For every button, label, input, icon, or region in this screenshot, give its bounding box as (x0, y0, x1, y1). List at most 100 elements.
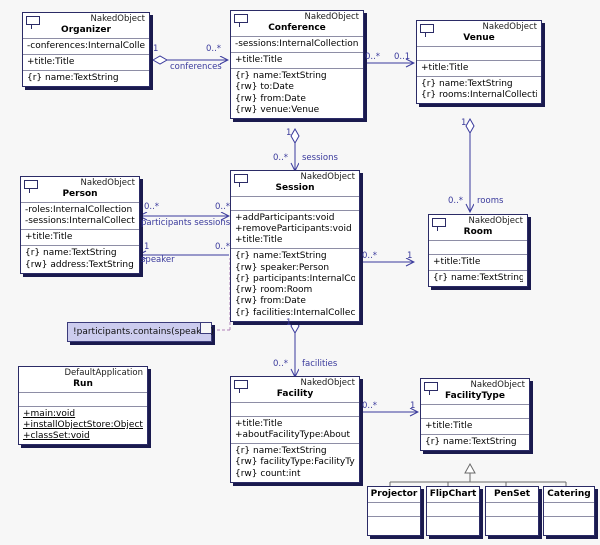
class-venue[interactable]: NakedObject Venue +title:Title {r} name:… (416, 20, 542, 105)
property: {r} name:TextString (235, 251, 327, 262)
label-session-facility-target: 0..* (273, 359, 289, 369)
class-conference[interactable]: NakedObject Conference -sessions:Interna… (230, 10, 364, 120)
attribute: -roles:InternalCollection (25, 204, 133, 215)
property: {rw} facilityType:FacilityTyp (235, 457, 355, 468)
label-venue-room-source: 1 (461, 118, 467, 128)
class-session[interactable]: NakedObject Session +addParticipants:voi… (230, 170, 360, 322)
property: {r} name:TextString (425, 436, 517, 447)
class-name: Organizer (61, 24, 111, 35)
label-session-room-source: 0..* (362, 251, 378, 261)
operation: +installObjectStore:ObjectStor (23, 419, 143, 430)
properties-compartment: {r} name:TextString {rw} facilityType:Fa… (231, 443, 359, 482)
class-name: Person (62, 188, 98, 199)
label-venue-room-target: 0..* (448, 196, 464, 206)
connector-venue-room (465, 117, 475, 212)
attributes-compartment (429, 239, 527, 254)
property: {r} name:TextString (421, 78, 513, 89)
label-session-facility-name: facilities (302, 359, 338, 369)
class-stereotype: NakedObject (90, 14, 146, 24)
class-catering[interactable]: Catering (543, 486, 595, 536)
label-session-facility-source: 1 (286, 318, 292, 328)
operations-compartment (368, 516, 420, 530)
class-penset[interactable]: PenSet (485, 486, 539, 536)
operation: +removeParticipants:void (235, 223, 352, 234)
attributes-compartment (231, 401, 359, 416)
attribute: -sessions:InternalCollection (25, 215, 135, 226)
naked-object-icon (424, 382, 438, 395)
operation: +addParticipants:void (235, 212, 335, 223)
class-name: Facility (276, 388, 314, 399)
class-stereotype: NakedObject (80, 178, 136, 188)
operations-compartment (486, 516, 538, 530)
operations-compartment: +title:Title (231, 51, 363, 68)
class-name: Conference (268, 22, 326, 33)
properties-compartment: {r} name:TextString {rw} address:TextStr… (21, 245, 139, 273)
label-person-session-source: 0..* (144, 202, 160, 212)
class-stereotype: NakedObject (304, 12, 360, 22)
class-facility[interactable]: NakedObject Facility +title:Title +about… (230, 376, 360, 483)
operation: +title:Title (25, 232, 73, 243)
properties-compartment: {r} name:TextString (421, 433, 529, 450)
class-name: Venue (463, 32, 495, 43)
attributes-compartment (417, 45, 541, 60)
class-organizer[interactable]: NakedObject Organizer -conferences:Inter… (22, 12, 150, 88)
properties-compartment: {r} name:TextString {r} rooms:InternalCo… (417, 75, 541, 104)
uml-class-diagram: NakedObject Organizer -conferences:Inter… (0, 0, 600, 545)
property: {rw} room:Room (235, 285, 313, 296)
class-header: NakedObject Organizer (23, 13, 149, 38)
attribute: -conferences:InternalCollect (27, 40, 145, 51)
class-name: Session (275, 182, 315, 193)
class-person[interactable]: NakedObject Person -roles:InternalCollec… (20, 176, 140, 274)
property: {rw} address:TextString (25, 259, 134, 270)
property: {r} facilities:InternalCollect (235, 307, 355, 318)
class-name: Room (463, 226, 493, 237)
label-speaker-name: speaker (141, 255, 175, 265)
class-header: NakedObject Venue (417, 21, 541, 46)
property: {r} name:TextString (433, 272, 523, 283)
operations-compartment (544, 516, 594, 530)
property: {r} name:TextString (235, 71, 327, 82)
class-stereotype: NakedObject (468, 216, 524, 226)
operation: +classSet:void (23, 431, 90, 442)
attributes-compartment (368, 502, 420, 516)
class-stereotype: DefaultApplication (64, 368, 143, 378)
class-stereotype: NakedObject (300, 378, 356, 388)
attributes-compartment (19, 391, 147, 406)
operation: +title:Title (433, 256, 481, 267)
label-venue-room-name: rooms (477, 196, 504, 206)
operations-compartment: +addParticipants:void +removeParticipant… (231, 209, 359, 249)
label-facility-facilitytype-source: 0..* (362, 401, 378, 411)
naked-object-icon (24, 180, 38, 193)
label-speaker-source: 1 (144, 242, 150, 252)
class-flipchart[interactable]: FlipChart (426, 486, 480, 536)
class-header: NakedObject Facility (231, 377, 359, 402)
properties-compartment: {r} name:TextString {rw} speaker:Person … (231, 248, 359, 321)
class-facilitytype[interactable]: NakedObject FacilityType +title:Title {r… (420, 378, 530, 452)
property: {rw} count:int (235, 468, 301, 479)
connector-note-anchor (212, 258, 231, 331)
label-conference-session-name: sessions (302, 153, 338, 163)
label-person-session-target: 0..* (215, 202, 231, 212)
operation: +title:Title (421, 62, 469, 73)
class-projector[interactable]: Projector (367, 486, 421, 536)
attribute: -sessions:InternalCollection (235, 38, 359, 49)
naked-object-icon (234, 174, 248, 187)
class-name: Catering (547, 489, 591, 499)
properties-compartment: {r} name:TextString {rw} to:Date {rw} fr… (231, 68, 363, 118)
class-room[interactable]: NakedObject Room +title:Title {r} name:T… (428, 214, 528, 288)
constraint-note[interactable]: !participants.contains(speaker) (67, 322, 214, 342)
label-speaker-target: 0..* (215, 242, 231, 252)
operations-compartment: +title:Title (429, 253, 527, 270)
class-header: NakedObject Session (231, 171, 359, 196)
connector-facilitytype-generalization (389, 462, 567, 486)
property: {rw} speaker:Person (235, 262, 330, 273)
label-conference-session-target: 0..* (273, 153, 289, 163)
class-run[interactable]: DefaultApplication Run +main:void +insta… (18, 366, 148, 446)
operations-compartment: +title:Title (21, 229, 139, 245)
property: {rw} from:Date (235, 296, 306, 307)
attributes-compartment (427, 502, 479, 516)
operations-compartment: +title:Title (23, 53, 149, 70)
property: {rw} from:Date (235, 93, 306, 104)
label-conference-venue-source: 0..* (365, 52, 381, 62)
attributes-compartment (486, 502, 538, 516)
